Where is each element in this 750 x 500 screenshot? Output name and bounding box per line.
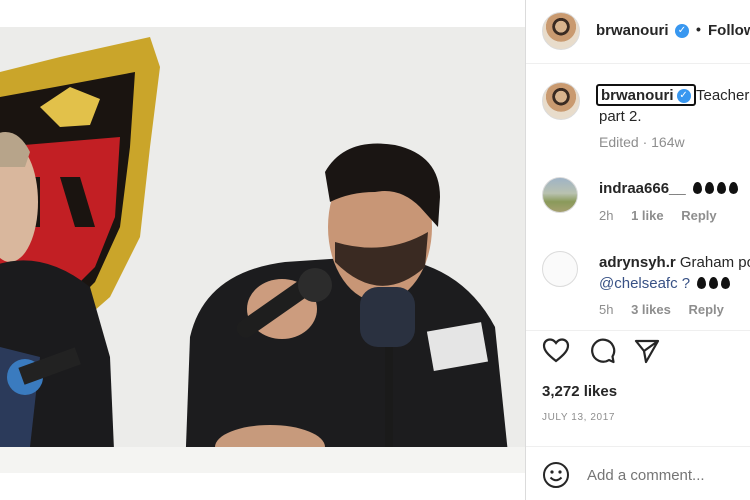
comment-bubble-icon[interactable] <box>588 337 616 365</box>
comment-meta: 2h 1 like Reply <box>599 208 717 223</box>
smiley-icon[interactable] <box>542 461 570 489</box>
press-conference-photo <box>0 27 525 473</box>
comment-likes[interactable]: 3 likes <box>631 302 671 317</box>
verified-badge-icon: ✓ <box>675 24 689 38</box>
caption-username-highlight[interactable]: brwanouri ✓ <box>596 84 696 106</box>
mention-link[interactable]: @chelseafc ? <box>599 275 690 292</box>
reply-button[interactable]: Reply <box>681 208 716 223</box>
add-comment-bar <box>526 446 750 500</box>
comment-time: 5h <box>599 302 614 317</box>
heart-icon[interactable] <box>542 337 570 363</box>
author-avatar[interactable] <box>542 12 580 50</box>
post-photo <box>0 27 525 473</box>
comment-meta: 5h 3 likes Reply <box>599 302 724 317</box>
water-drop-emoji <box>690 180 738 197</box>
paper-plane-icon[interactable] <box>634 338 660 364</box>
comment-text: Graham po <box>679 254 750 271</box>
follow-button[interactable]: Follow <box>708 22 750 39</box>
caption-avatar[interactable] <box>542 82 580 120</box>
post-date: JULY 13, 2017 <box>542 412 616 423</box>
comment-avatar[interactable] <box>542 251 578 287</box>
post-header: brwanouri ✓ • Follow <box>526 0 750 64</box>
comment-username[interactable]: adrynsyh.r <box>599 254 676 271</box>
likes-count[interactable]: 3,272 likes <box>542 383 617 400</box>
separator-dot: • <box>696 21 701 37</box>
verified-badge-icon: ✓ <box>676 88 691 103</box>
comment-avatar[interactable] <box>542 177 578 213</box>
comment-time: 2h <box>599 208 614 223</box>
caption-text-line2: part 2. <box>599 108 642 125</box>
water-drop-emoji <box>694 275 731 292</box>
caption-text: Teacher <box>696 87 750 104</box>
reply-button[interactable]: Reply <box>688 302 723 317</box>
comment-row: indraa666__ <box>599 180 738 197</box>
actions-divider <box>526 330 750 331</box>
comment-likes[interactable]: 1 like <box>631 208 664 223</box>
comment-username[interactable]: indraa666__ <box>599 180 686 197</box>
comment-input[interactable] <box>587 467 737 484</box>
comment-text-line2: @chelseafc ? <box>599 275 731 292</box>
comment-row: adrynsyh.r Graham po <box>599 254 750 271</box>
author-username[interactable]: brwanouri <box>596 22 669 39</box>
post-details-panel: brwanouri ✓ • Follow brwanouri ✓ Teacher … <box>526 0 750 500</box>
caption-meta: Edited · 164w <box>599 134 685 150</box>
caption-username[interactable]: brwanouri <box>601 87 674 104</box>
